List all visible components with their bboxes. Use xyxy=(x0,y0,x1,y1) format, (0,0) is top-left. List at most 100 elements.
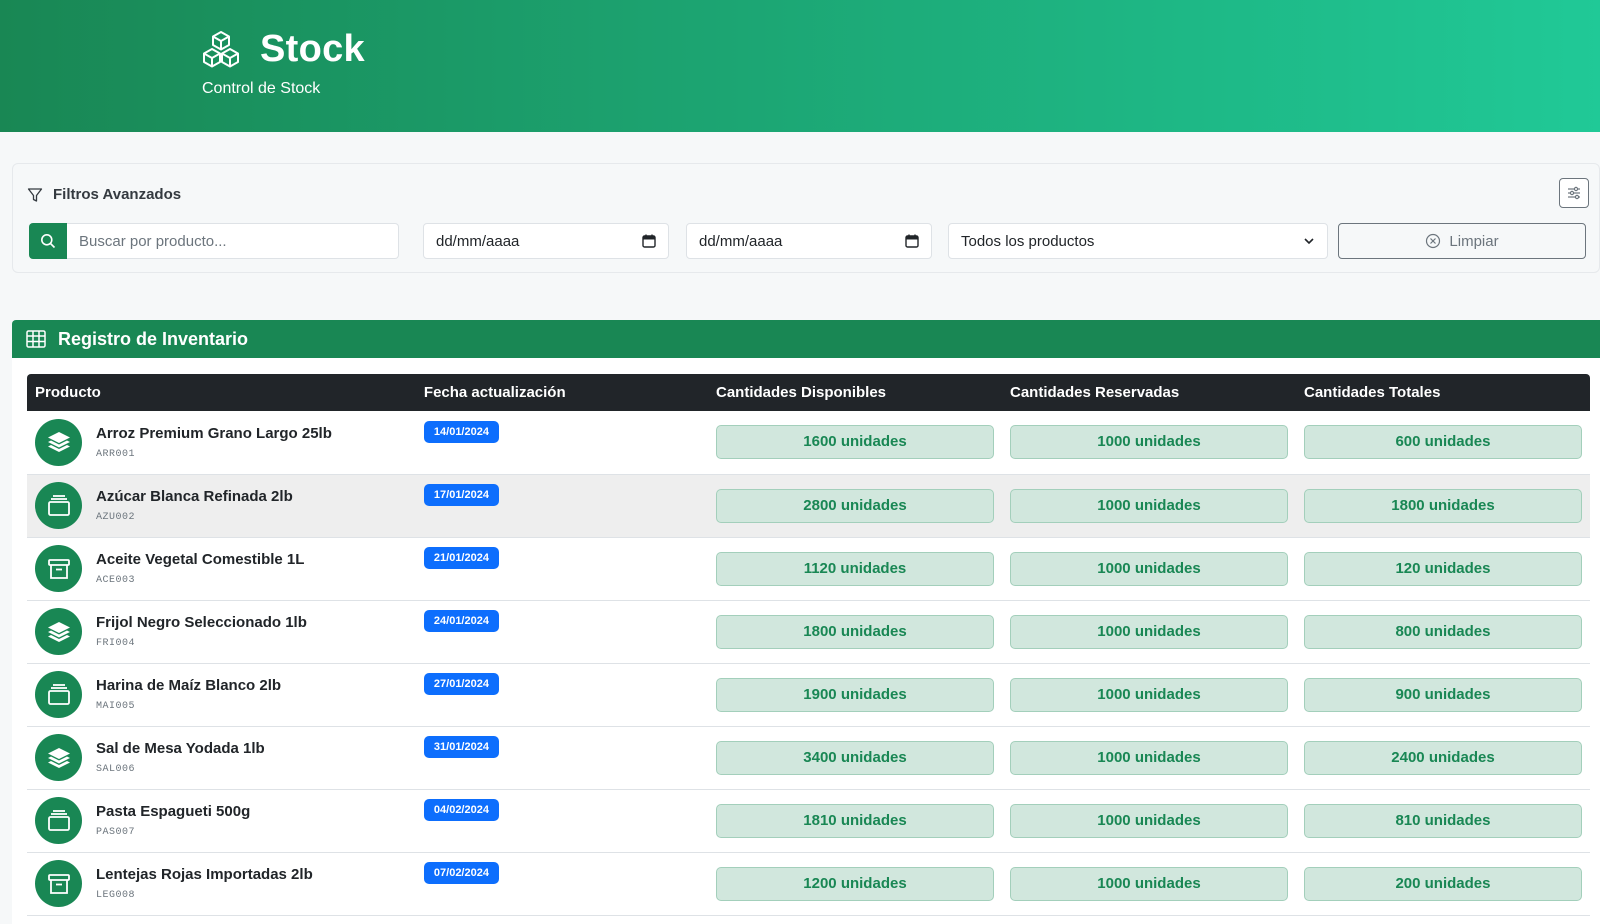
inventory-title: Registro de Inventario xyxy=(58,328,249,349)
archive-icon xyxy=(46,556,72,582)
search-button[interactable] xyxy=(29,223,67,259)
product-avatar xyxy=(35,482,82,529)
filter-settings-button[interactable] xyxy=(1559,178,1589,208)
filters-title: Filtros Avanzados xyxy=(53,186,182,203)
cell-date: 21/01/2024 xyxy=(416,537,708,600)
cell-total: 800 unidades xyxy=(1296,600,1590,663)
cell-product: Harina de Maíz Blanco 2lb MAI005 xyxy=(27,663,416,726)
search-input[interactable] xyxy=(67,223,399,259)
cell-total: 120 unidades xyxy=(1296,537,1590,600)
cell-total: 900 unidades xyxy=(1296,663,1590,726)
column-header-reserved[interactable]: Cantidades Reservadas xyxy=(1001,374,1296,411)
column-header-total[interactable]: Cantidades Totales xyxy=(1295,374,1590,411)
product-name: Frijol Negro Seleccionado 1lb xyxy=(96,614,307,631)
date-badge: 17/01/2024 xyxy=(423,484,499,506)
filters-header: Filtros Avanzados xyxy=(27,186,181,203)
calendar-icon xyxy=(905,234,919,248)
cell-total: 2400 unidades xyxy=(1296,726,1590,789)
cell-product: Arroz Premium Grano Largo 25lb ARR001 xyxy=(27,411,416,474)
cell-available: 2800 unidades xyxy=(708,474,1002,537)
product-info: Aceite Vegetal Comestible 1L ACE003 xyxy=(35,545,408,592)
cell-reserved: 1000 unidades xyxy=(1002,600,1296,663)
table-row[interactable]: Lentejas Rojas Importadas 2lb LEG008 07/02… xyxy=(27,852,1590,915)
table-row[interactable]: Frijol Negro Seleccionado 1lb FRI004 24/01… xyxy=(27,600,1590,663)
date-from-value: dd/mm/aaaa xyxy=(436,232,520,250)
product-avatar xyxy=(35,671,82,718)
search-icon xyxy=(41,234,56,249)
cell-reserved: 1000 unidades xyxy=(1002,852,1296,915)
cell-reserved: 1000 unidades xyxy=(1002,537,1296,600)
cell-reserved: 1000 unidades xyxy=(1002,726,1296,789)
product-name: Lentejas Rojas Importadas 2lb xyxy=(96,866,313,883)
table-row[interactable]: Sal de Mesa Yodada 1lb SAL006 31/01/2024 34… xyxy=(27,726,1590,789)
product-code: MAI005 xyxy=(96,701,136,712)
brand: Stock xyxy=(200,28,365,71)
date-badge: 31/01/2024 xyxy=(423,736,499,758)
cell-product: Pasta Espagueti 500g PAS007 xyxy=(27,789,416,852)
chevron-down-icon xyxy=(1304,238,1314,245)
cell-product: Frijol Negro Seleccionado 1lb FRI004 xyxy=(27,600,416,663)
product-avatar xyxy=(35,608,82,655)
cell-date: 04/02/2024 xyxy=(416,789,708,852)
cell-date: 14/01/2024 xyxy=(416,411,708,474)
available-qty-badge: 1120 unidades xyxy=(715,551,994,586)
available-qty-badge: 2800 unidades xyxy=(715,488,994,523)
table-row[interactable]: Harina de Maíz Blanco 2lb MAI005 27/01/202… xyxy=(27,663,1590,726)
reserved-qty-badge: 1000 unidades xyxy=(1009,803,1288,838)
app-subtitle: Control de Stock xyxy=(202,80,321,97)
date-badge: 27/01/2024 xyxy=(423,673,499,695)
date-badge: 24/01/2024 xyxy=(423,610,499,632)
cell-total: 200 unidades xyxy=(1296,852,1590,915)
product-avatar xyxy=(35,734,82,781)
table-icon xyxy=(26,330,46,348)
product-code: ARR001 xyxy=(96,448,136,460)
column-header-product[interactable]: Producto xyxy=(27,374,416,411)
product-name: Azúcar Blanca Refinada 2lb xyxy=(96,488,293,505)
table-row[interactable]: Pasta Espagueti 500g PAS007 04/02/2024 1810… xyxy=(27,789,1590,852)
available-qty-badge: 1810 unidades xyxy=(715,803,994,838)
inbox-icon xyxy=(46,682,72,708)
cell-date: 07/02/2024 xyxy=(416,852,708,915)
cell-date: 27/01/2024 xyxy=(416,663,708,726)
column-header-available[interactable]: Cantidades Disponibles xyxy=(707,374,1002,411)
column-header-date[interactable]: Fecha actualización xyxy=(415,374,708,411)
product-select-value: Todos los productos xyxy=(961,232,1095,250)
reserved-qty-badge: 1000 unidades xyxy=(1009,677,1288,712)
date-to-field[interactable]: dd/mm/aaaa xyxy=(686,223,932,259)
table-row[interactable]: Arroz Premium Grano Largo 25lb ARR001 14/0… xyxy=(27,411,1590,474)
clear-filters-button[interactable]: Limpiar xyxy=(1338,223,1586,259)
cell-total: 810 unidades xyxy=(1296,789,1590,852)
product-info: Lentejas Rojas Importadas 2lb LEG008 xyxy=(35,860,408,907)
cell-available: 1900 unidades xyxy=(708,663,1002,726)
product-code: ACE003 xyxy=(96,575,136,586)
total-qty-badge: 120 unidades xyxy=(1303,551,1582,586)
total-qty-badge: 900 unidades xyxy=(1303,677,1582,712)
date-from-field[interactable]: dd/mm/aaaa xyxy=(423,223,669,259)
layers-icon xyxy=(46,619,72,645)
inbox-icon xyxy=(46,808,72,834)
cell-reserved: 1000 unidades xyxy=(1002,789,1296,852)
reserved-qty-badge: 1000 unidades xyxy=(1009,425,1288,460)
product-avatar xyxy=(35,545,82,592)
close-circle-icon xyxy=(1426,233,1441,249)
available-qty-badge: 1800 unidades xyxy=(715,614,994,649)
cell-total: 1800 unidades xyxy=(1296,474,1590,537)
cell-available: 1600 unidades xyxy=(708,411,1002,474)
cell-reserved: 1000 unidades xyxy=(1002,411,1296,474)
calendar-icon xyxy=(642,234,656,248)
table-row[interactable]: Azúcar Blanca Refinada 2lb AZU002 17/01/20… xyxy=(27,474,1590,537)
date-badge: 04/02/2024 xyxy=(423,799,499,821)
cell-available: 3400 unidades xyxy=(708,726,1002,789)
product-select[interactable]: Todos los productos xyxy=(948,223,1328,259)
product-avatar xyxy=(35,860,82,907)
inventory-table-body: Arroz Premium Grano Largo 25lb ARR001 14/0… xyxy=(27,411,1590,915)
total-qty-badge: 200 unidades xyxy=(1303,866,1582,901)
product-info: Arroz Premium Grano Largo 25lb ARR001 xyxy=(35,418,408,466)
cell-reserved: 1000 unidades xyxy=(1002,474,1296,537)
cell-available: 1200 unidades xyxy=(708,852,1002,915)
date-to-value: dd/mm/aaaa xyxy=(699,232,783,250)
available-qty-badge: 1200 unidades xyxy=(715,866,994,901)
table-row[interactable]: Aceite Vegetal Comestible 1L ACE003 21/01/… xyxy=(27,537,1590,600)
cell-product: Aceite Vegetal Comestible 1L ACE003 xyxy=(27,537,416,600)
available-qty-badge: 1900 unidades xyxy=(715,677,994,712)
